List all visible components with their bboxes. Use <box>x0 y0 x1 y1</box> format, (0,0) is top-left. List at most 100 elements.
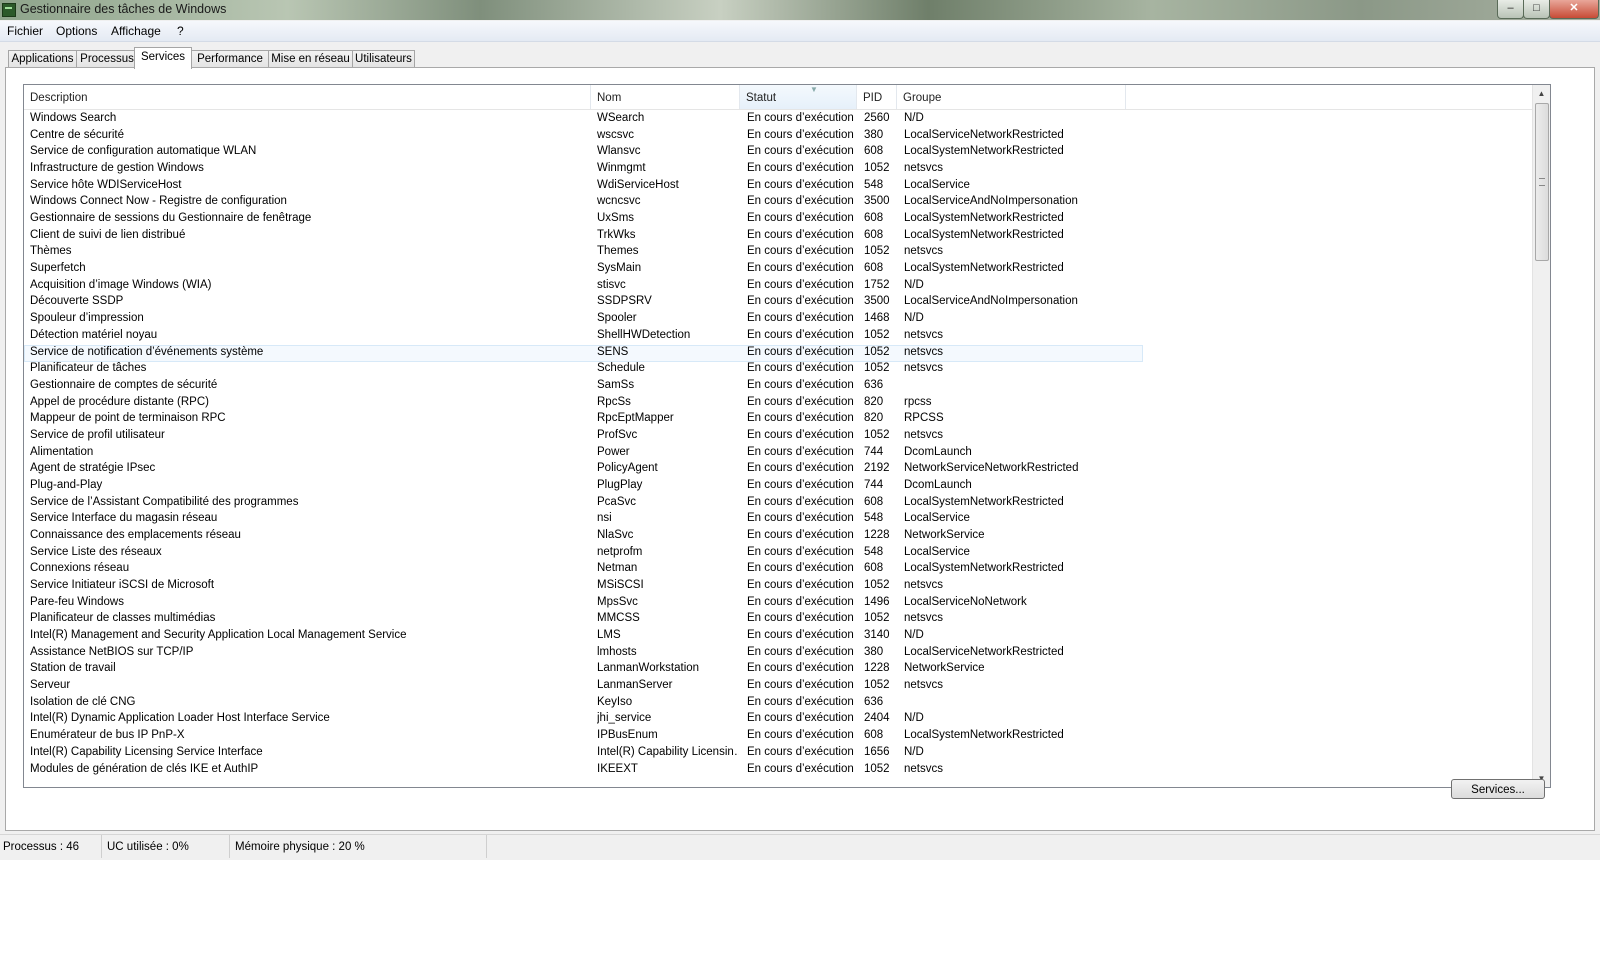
scroll-up-icon[interactable]: ▲ <box>1533 85 1550 102</box>
table-row[interactable]: Énumérateur de bus IP PnP-X IPBusEnum En c… <box>24 728 1533 745</box>
table-row[interactable]: Service de profil utilisateur ProfSvc En c… <box>24 428 1533 445</box>
table-row[interactable]: Spouleur d’impression Spooler En cours d’e… <box>24 311 1533 328</box>
tab-services[interactable]: Services <box>134 47 192 69</box>
table-row[interactable]: Service de notification d’événements sys… <box>24 344 1533 362</box>
cell-group: netsvcs <box>904 612 943 625</box>
cell-pid: 548 <box>864 178 884 191</box>
cell-status: En cours d’exécution <box>747 128 854 141</box>
cell-status: En cours d’exécution <box>747 328 854 341</box>
cell-pid: 1052 <box>864 612 890 625</box>
close-button[interactable]: ✕ <box>1549 0 1599 19</box>
cell-pid: 1052 <box>864 428 890 441</box>
column-header-description[interactable]: Description <box>24 85 591 109</box>
task-manager-app-icon <box>2 3 16 17</box>
cell-description: Service Initiateur iSCSI de Microsoft <box>30 579 215 592</box>
scrollbar-thumb[interactable] <box>1535 103 1549 261</box>
table-row[interactable]: Appel de procédure distante (RPC) RpcSs En… <box>24 395 1533 412</box>
table-row[interactable]: Acquisition d’image Windows (WIA) stisvc E… <box>24 278 1533 295</box>
menu-help[interactable]: ? <box>177 24 184 38</box>
cell-group: netsvcs <box>904 428 943 441</box>
column-header-nom[interactable]: Nom <box>591 85 740 109</box>
cell-group: LocalService <box>904 545 970 558</box>
table-row[interactable]: Centre de sécurité wscsvc En cours d’exécu… <box>24 128 1533 145</box>
cell-group: netsvcs <box>904 679 943 692</box>
vertical-scrollbar[interactable]: ▲ ▼ <box>1532 85 1550 787</box>
table-row[interactable]: Serveur LanmanServer En cours d’exécution 1… <box>24 678 1533 695</box>
services-button[interactable]: Services... <box>1451 779 1545 799</box>
column-header-statut[interactable]: Statut <box>740 85 857 109</box>
cell-name: ProfSvc <box>597 428 638 441</box>
cell-description: Connexions réseau <box>30 562 130 575</box>
cell-status: En cours d’exécution <box>747 579 854 592</box>
cell-group: NetworkService <box>904 662 985 675</box>
cell-pid: 820 <box>864 412 884 425</box>
tab-mise-en-reseau[interactable]: Mise en réseau <box>268 50 353 68</box>
table-row[interactable]: Détection matériel noyau ShellHWDetection… <box>24 328 1533 345</box>
table-row[interactable]: Assistance NetBIOS sur TCP/IP lmhosts En c… <box>24 645 1533 662</box>
cell-name: nsi <box>597 512 612 525</box>
table-row[interactable]: Modules de génération de clés IKE et Aut… <box>24 762 1533 779</box>
table-row[interactable]: Gestionnaire de comptes de sécurité SamSs… <box>24 378 1533 395</box>
menu-affichage[interactable]: Affichage <box>111 24 161 38</box>
tab-utilisateurs[interactable]: Utilisateurs <box>352 50 415 68</box>
cell-description: Spouleur d’impression <box>30 312 144 325</box>
cell-group: RPCSS <box>904 412 944 425</box>
cell-status: En cours d’exécution <box>747 595 854 608</box>
tab-performance[interactable]: Performance <box>191 50 269 68</box>
table-row[interactable]: Station de travail LanmanWorkstation En co… <box>24 661 1533 678</box>
table-row[interactable]: Windows Search WSearch En cours d’exécutio… <box>24 111 1533 128</box>
minimize-button[interactable]: – <box>1497 0 1524 19</box>
table-row[interactable]: Intel(R) Capability Licensing Service In… <box>24 745 1533 762</box>
maximize-button[interactable]: □ <box>1523 0 1550 19</box>
table-row[interactable]: Service Liste des réseaux netprofm En cour… <box>24 545 1533 562</box>
tab-applications[interactable]: Applications <box>8 50 77 68</box>
cell-name: UxSms <box>597 212 635 225</box>
cell-name: PcaSvc <box>597 495 636 508</box>
table-row[interactable]: Connexions réseau Netman En cours d’exécut… <box>24 561 1533 578</box>
table-row[interactable]: Plug-and-Play PlugPlay En cours d’exécutio… <box>24 478 1533 495</box>
table-row[interactable]: Thèmes Themes En cours d’exécution 1052 nets… <box>24 244 1533 261</box>
status-cpu-usage: UC utilisée : 0% <box>104 835 230 858</box>
cell-pid: 1228 <box>864 529 890 541</box>
cell-status: En cours d’exécution <box>747 695 854 708</box>
cell-group: NetworkService <box>904 529 985 541</box>
cell-description: Connaissance des emplacements réseau <box>30 529 241 541</box>
services-tab-panel: Description Nom Statut PID Groupe ▼ Wind… <box>5 67 1595 831</box>
column-header-groupe[interactable]: Groupe <box>897 85 1126 109</box>
title-bar[interactable]: Gestionnaire des tâches de Windows – □ ✕ <box>0 0 1600 20</box>
column-header-pid[interactable]: PID <box>857 85 897 109</box>
table-row[interactable]: Mappeur de point de terminaison RPC RpcEp… <box>24 411 1533 428</box>
cell-name: TrkWks <box>597 228 636 241</box>
services-list[interactable]: Description Nom Statut PID Groupe ▼ Wind… <box>23 84 1551 788</box>
table-row[interactable]: Connaissance des emplacements réseau NlaS… <box>24 528 1533 545</box>
cell-pid: 636 <box>864 378 884 391</box>
table-row[interactable]: Service hôte WDIServiceHost WdiServiceHos… <box>24 178 1533 195</box>
table-row[interactable]: Pare-feu Windows MpsSvc En cours d’exécuti… <box>24 595 1533 612</box>
table-row[interactable]: Windows Connect Now - Registre de config… <box>24 194 1533 211</box>
cell-name: NlaSvc <box>597 529 634 541</box>
table-row[interactable]: Intel(R) Management and Security Applica… <box>24 628 1533 645</box>
table-row[interactable]: Agent de stratégie IPsec PolicyAgent En co… <box>24 461 1533 478</box>
table-row[interactable]: Planificateur de classes multimédias MMCS… <box>24 611 1533 628</box>
menu-options[interactable]: Options <box>56 24 97 38</box>
table-row[interactable]: Service de configuration automatique WLA… <box>24 144 1533 161</box>
tab-processus[interactable]: Processus <box>76 50 138 68</box>
table-row[interactable]: Planificateur de tâches Schedule En cours … <box>24 361 1533 378</box>
cell-name: Power <box>597 445 630 458</box>
table-row[interactable]: Service Interface du magasin réseau nsi En… <box>24 511 1533 528</box>
table-row[interactable]: Infrastructure de gestion Windows Winmgmt… <box>24 161 1533 178</box>
table-row[interactable]: Intel(R) Dynamic Application Loader Host… <box>24 711 1533 728</box>
cell-name: RpcSs <box>597 395 631 408</box>
table-row[interactable]: Alimentation Power En cours d’exécution 744… <box>24 445 1533 462</box>
table-row[interactable]: Client de suivi de lien distribué TrkWks E… <box>24 228 1533 245</box>
table-row[interactable]: Service de l’Assistant Compatibilité des… <box>24 495 1533 512</box>
status-bar: Processus : 46 UC utilisée : 0% Mémoire … <box>0 834 1600 858</box>
menu-fichier[interactable]: Fichier <box>7 24 43 38</box>
table-row[interactable]: Superfetch SysMain En cours d’exécution 608… <box>24 261 1533 278</box>
cell-name: Wlansvc <box>597 145 641 158</box>
table-row[interactable]: Gestionnaire de sessions du Gestionnaire… <box>24 211 1533 228</box>
cell-description: Plug-and-Play <box>30 478 103 491</box>
table-row[interactable]: Découverte SSDP SSDPSRV En cours d’exécuti… <box>24 294 1533 311</box>
table-row[interactable]: Isolation de clé CNG KeyIso En cours d’exé… <box>24 695 1533 712</box>
table-row[interactable]: Service Initiateur iSCSI de Microsoft MSi… <box>24 578 1533 595</box>
